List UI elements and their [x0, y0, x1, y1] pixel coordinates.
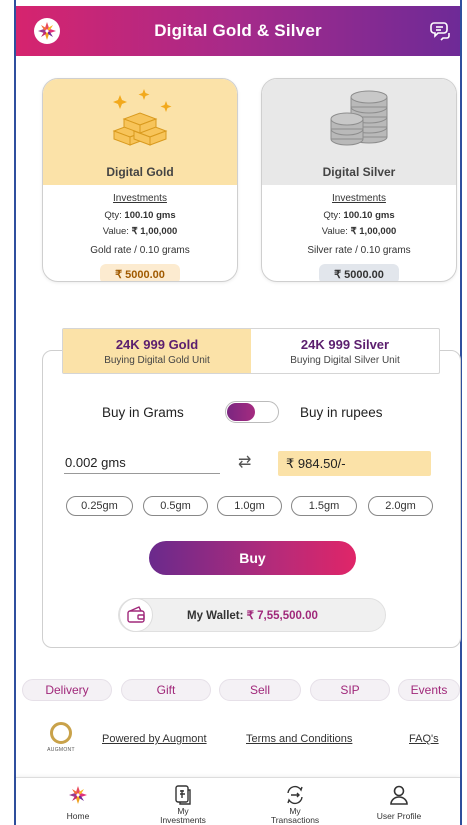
app-header: Digital Gold & Silver: [16, 6, 460, 56]
chip-1-0gm[interactable]: 1.0gm: [217, 496, 282, 516]
wallet-label: My Wallet:: [187, 610, 247, 622]
quick-quantity-chips: 0.25gm 0.5gm 1.0gm 1.5gm 2.0gm: [66, 496, 436, 518]
wallet-amount: ₹ 7,55,500.00: [246, 610, 318, 622]
silver-price-badge: ₹ 5000.00: [319, 264, 399, 281]
bottom-navigation: Home My Investments My Transactions User…: [16, 777, 460, 825]
gold-card-header: Digital Gold: [43, 79, 237, 185]
chip-0-25gm[interactable]: 0.25gm: [66, 496, 133, 516]
buy-in-grams-label: Buy in Grams: [102, 404, 184, 420]
digital-silver-card[interactable]: Digital Silver Investments Qty: 100.10 g…: [261, 78, 457, 282]
gold-bars-icon: [100, 87, 180, 154]
gold-card-title: Digital Gold: [106, 165, 174, 179]
sip-button[interactable]: SIP: [310, 679, 390, 701]
gold-value-amount: ₹ 1,00,000: [131, 226, 178, 237]
silver-qty-value: 100.10 gms: [343, 210, 395, 221]
augmont-logo-text: AUGMONT: [47, 747, 75, 753]
page-title: Digital Gold & Silver: [154, 21, 322, 40]
nav-my-transactions[interactable]: My Transactions: [250, 784, 340, 825]
silver-value: Value: ₹ 1,00,000: [262, 226, 456, 237]
silver-card-header: Digital Silver: [262, 79, 456, 185]
tab-silver[interactable]: 24K 999 Silver Buying Digital Silver Uni…: [251, 329, 439, 373]
gold-rate-label: Gold rate / 0.10 grams: [90, 245, 190, 256]
powered-by-link[interactable]: Powered by Augmont: [102, 733, 207, 745]
gold-investments-link[interactable]: Investments: [43, 193, 237, 204]
buy-button[interactable]: Buy: [149, 541, 356, 575]
silver-investments-link[interactable]: Investments: [262, 193, 456, 204]
user-icon: [354, 784, 444, 806]
silver-card-title: Digital Silver: [322, 165, 396, 179]
gold-qty: Qty: 100.10 gms: [43, 210, 237, 221]
wallet-icon: [119, 598, 153, 632]
augmont-ring-icon: [50, 722, 72, 744]
augmont-logo: AUGMONT: [44, 722, 78, 753]
tab-gold-subtitle: Buying Digital Gold Unit: [104, 354, 210, 366]
silver-value-label: Value:: [321, 226, 351, 237]
rupee-amount-field[interactable]: ₹ 984.50/-: [278, 451, 431, 476]
tab-silver-subtitle: Buying Digital Silver Unit: [290, 354, 400, 366]
gold-price-badge: ₹ 5000.00: [100, 264, 180, 281]
nav-home-label: Home: [66, 811, 90, 821]
home-star-icon: [33, 784, 123, 806]
toggle-knob: [227, 403, 255, 421]
tab-silver-title: 24K 999 Silver: [300, 336, 390, 352]
left-frame-border: [14, 0, 16, 825]
silver-rate-label: Silver rate / 0.10 grams: [307, 245, 411, 256]
gold-value: Value: ₹ 1,00,000: [43, 226, 237, 237]
gold-qty-value: 100.10 gms: [124, 210, 176, 221]
wallet-balance: My Wallet: ₹ 7,55,500.00: [187, 608, 318, 622]
silver-value-amount: ₹ 1,00,000: [350, 226, 397, 237]
chip-1-5gm[interactable]: 1.5gm: [291, 496, 357, 516]
nav-transactions-label: My Transactions: [270, 806, 320, 825]
investments-icon: [138, 784, 228, 806]
chip-0-5gm[interactable]: 0.5gm: [143, 496, 208, 516]
gold-value-label: Value:: [102, 226, 132, 237]
silver-qty-label: Qty:: [323, 210, 344, 221]
gold-qty-label: Qty:: [104, 210, 125, 221]
digital-gold-card[interactable]: Digital Gold Investments Qty: 100.10 gms…: [42, 78, 238, 282]
chat-support-icon[interactable]: [430, 20, 452, 47]
nav-my-investments[interactable]: My Investments: [138, 784, 228, 825]
my-wallet-bar[interactable]: My Wallet: ₹ 7,55,500.00: [118, 598, 386, 632]
tab-gold-title: 24K 999 Gold: [115, 336, 199, 352]
faq-link[interactable]: FAQ's: [409, 733, 439, 745]
buy-mode-toggle-row: Buy in Grams Buy in rupees: [62, 400, 440, 424]
gift-button[interactable]: Gift: [121, 679, 211, 701]
buy-mode-toggle[interactable]: [225, 401, 279, 423]
delivery-button[interactable]: Delivery: [22, 679, 112, 701]
nav-home[interactable]: Home: [33, 784, 123, 821]
silver-qty: Qty: 100.10 gms: [262, 210, 456, 221]
sell-button[interactable]: Sell: [219, 679, 301, 701]
swap-arrows-icon[interactable]: ⇄: [238, 452, 251, 472]
metal-tabs: 24K 999 Gold Buying Digital Gold Unit 24…: [62, 328, 440, 374]
tab-gold[interactable]: 24K 999 Gold Buying Digital Gold Unit: [63, 329, 251, 373]
buy-in-rupees-label: Buy in rupees: [300, 404, 383, 420]
terms-link[interactable]: Terms and Conditions: [246, 733, 352, 745]
brand-logo-icon[interactable]: [34, 18, 60, 44]
nav-investments-label: My Investments: [160, 806, 206, 825]
events-button[interactable]: Events: [398, 679, 460, 701]
nav-user-profile[interactable]: User Profile: [354, 784, 444, 821]
silver-coins-icon: [319, 87, 399, 154]
action-pills: Delivery Gift Sell SIP Events: [16, 679, 460, 701]
grams-input[interactable]: [64, 452, 220, 474]
chip-2-0gm[interactable]: 2.0gm: [368, 496, 433, 516]
nav-profile-label: User Profile: [376, 811, 422, 821]
footer-links: AUGMONT Powered by Augmont Terms and Con…: [16, 722, 460, 762]
transactions-icon: [250, 784, 340, 806]
